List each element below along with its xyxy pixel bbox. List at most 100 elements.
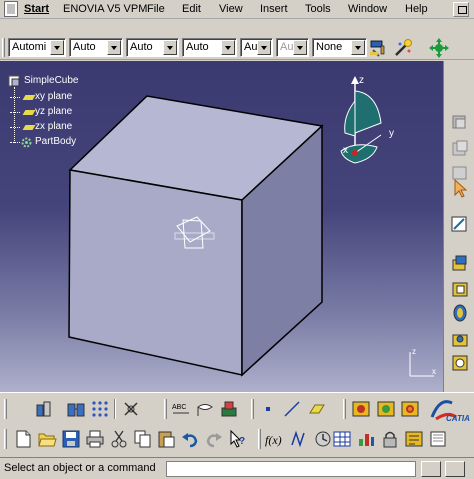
isometric-icon[interactable] bbox=[450, 139, 470, 159]
menu-edit[interactable]: Edit bbox=[182, 3, 201, 15]
toolbar-grip[interactable] bbox=[2, 38, 5, 57]
axis-triad-icon: z x bbox=[409, 347, 436, 377]
cube-front-face[interactable] bbox=[68, 169, 243, 376]
status-message: Select an object or a command bbox=[4, 462, 156, 474]
save-icon[interactable] bbox=[61, 429, 81, 449]
menu-insert[interactable]: Insert bbox=[260, 3, 288, 15]
right-toolbar bbox=[443, 61, 474, 392]
menu-help[interactable]: Help bbox=[405, 3, 428, 15]
open-icon[interactable] bbox=[37, 429, 57, 449]
move-compass-icon[interactable] bbox=[428, 37, 450, 59]
sheet-icon[interactable] bbox=[428, 429, 448, 449]
tree-item-label: yz plane bbox=[35, 106, 73, 117]
tree-item-label: PartBody bbox=[35, 136, 77, 147]
render2-icon[interactable] bbox=[376, 399, 396, 419]
flag-icon[interactable] bbox=[195, 399, 215, 419]
toolbar-grip[interactable] bbox=[258, 429, 261, 449]
redo-icon[interactable] bbox=[204, 429, 224, 449]
line-color-select[interactable]: Auto bbox=[69, 38, 123, 57]
transparency-select[interactable]: Aut bbox=[276, 38, 309, 57]
gear-icon bbox=[21, 137, 32, 148]
line-type-select[interactable]: Auto bbox=[182, 38, 237, 57]
cut-icon[interactable] bbox=[109, 429, 129, 449]
hole-icon[interactable] bbox=[450, 329, 470, 349]
3d-viewer[interactable]: SimpleCube xy plane yz plane zx plane Pa… bbox=[0, 61, 443, 392]
menu-tools[interactable]: Tools bbox=[305, 3, 331, 15]
graphic-properties-toolbar: Automi Auto Auto Auto Aut Aut None bbox=[0, 20, 474, 60]
status-bar: Select an object or a command bbox=[0, 457, 474, 479]
toolbar-grip[interactable] bbox=[164, 399, 167, 419]
tree-connector bbox=[10, 112, 20, 113]
fill-color-select[interactable]: Automi bbox=[8, 38, 66, 57]
tree-connector bbox=[10, 142, 20, 143]
bottom-toolbar-2: ? f(x) bbox=[0, 423, 474, 457]
pocket-icon[interactable] bbox=[450, 279, 470, 299]
chevron-down-icon[interactable] bbox=[293, 40, 307, 55]
toolbar-grip[interactable] bbox=[343, 399, 346, 419]
chevron-down-icon[interactable] bbox=[351, 40, 365, 55]
formula-icon[interactable]: f(x) bbox=[265, 429, 285, 449]
layer-select[interactable]: Aut bbox=[240, 38, 273, 57]
point-icon[interactable] bbox=[258, 399, 278, 419]
tree-root-label: SimpleCube bbox=[24, 75, 79, 86]
select-arrow-icon[interactable] bbox=[450, 178, 470, 198]
app-icon[interactable] bbox=[4, 1, 18, 17]
lock-icon[interactable] bbox=[380, 429, 400, 449]
command-button-2[interactable] bbox=[445, 461, 465, 477]
knowledge-icon[interactable] bbox=[313, 429, 333, 449]
render3-icon[interactable] bbox=[400, 399, 420, 419]
line-icon[interactable] bbox=[282, 399, 302, 419]
format-painter-icon[interactable] bbox=[369, 38, 389, 58]
menu-window[interactable]: Window bbox=[348, 3, 387, 15]
snap-icon[interactable] bbox=[121, 399, 141, 419]
chevron-down-icon[interactable] bbox=[257, 40, 271, 55]
menu-enovia[interactable]: ENOVIA V5 VPM bbox=[63, 3, 147, 15]
compass-y-label: y bbox=[389, 128, 394, 139]
command-input[interactable] bbox=[166, 461, 416, 477]
menu-file[interactable]: File bbox=[147, 3, 165, 15]
chevron-down-icon[interactable] bbox=[107, 40, 121, 55]
compass-icon[interactable]: z x y bbox=[333, 71, 399, 171]
pad-icon[interactable] bbox=[450, 253, 470, 273]
chevron-down-icon[interactable] bbox=[221, 40, 235, 55]
svg-text:?: ? bbox=[239, 436, 245, 447]
catia-logo-text: CATIA bbox=[446, 414, 470, 423]
paste-icon[interactable] bbox=[156, 429, 176, 449]
plane-icon[interactable] bbox=[306, 399, 326, 419]
fill-color-value: Automi bbox=[12, 41, 47, 53]
magic-wand-icon[interactable] bbox=[393, 38, 413, 58]
macro-icon[interactable] bbox=[404, 429, 424, 449]
rib-icon[interactable] bbox=[450, 353, 470, 373]
grid-icon[interactable] bbox=[90, 399, 110, 419]
window-restore-button[interactable] bbox=[453, 2, 469, 17]
view-icon[interactable] bbox=[450, 113, 470, 133]
menu-view[interactable]: View bbox=[219, 3, 243, 15]
menu-start[interactable]: Start bbox=[24, 3, 49, 15]
whats-this-icon[interactable]: ? bbox=[228, 429, 248, 449]
catalog-icon[interactable] bbox=[34, 399, 54, 419]
material-icon[interactable] bbox=[219, 399, 239, 419]
render-icon[interactable] bbox=[351, 399, 371, 419]
text-icon[interactable]: ABC bbox=[171, 399, 191, 419]
toolbar-separator bbox=[114, 399, 116, 419]
copy-icon[interactable] bbox=[133, 429, 153, 449]
command-button-1[interactable] bbox=[421, 461, 441, 477]
measure-icon[interactable] bbox=[66, 399, 86, 419]
new-icon[interactable] bbox=[13, 429, 33, 449]
sketcher-icon[interactable] bbox=[450, 214, 470, 234]
tree-item-label: zx plane bbox=[35, 121, 73, 132]
triad-x-label: x bbox=[432, 367, 436, 376]
shaft-icon[interactable] bbox=[450, 303, 470, 323]
print-icon[interactable] bbox=[85, 429, 105, 449]
toolbar-grip[interactable] bbox=[251, 399, 254, 419]
chevron-down-icon[interactable] bbox=[50, 40, 64, 55]
analysis-icon[interactable] bbox=[356, 429, 376, 449]
visibility-select[interactable]: None bbox=[312, 38, 367, 57]
table-icon[interactable] bbox=[332, 429, 352, 449]
toolbar-grip[interactable] bbox=[4, 429, 7, 449]
line-thickness-select[interactable]: Auto bbox=[126, 38, 179, 57]
toolbar-grip[interactable] bbox=[4, 399, 7, 419]
undo-icon[interactable] bbox=[180, 429, 200, 449]
chevron-down-icon[interactable] bbox=[163, 40, 177, 55]
function-icon[interactable] bbox=[289, 429, 309, 449]
